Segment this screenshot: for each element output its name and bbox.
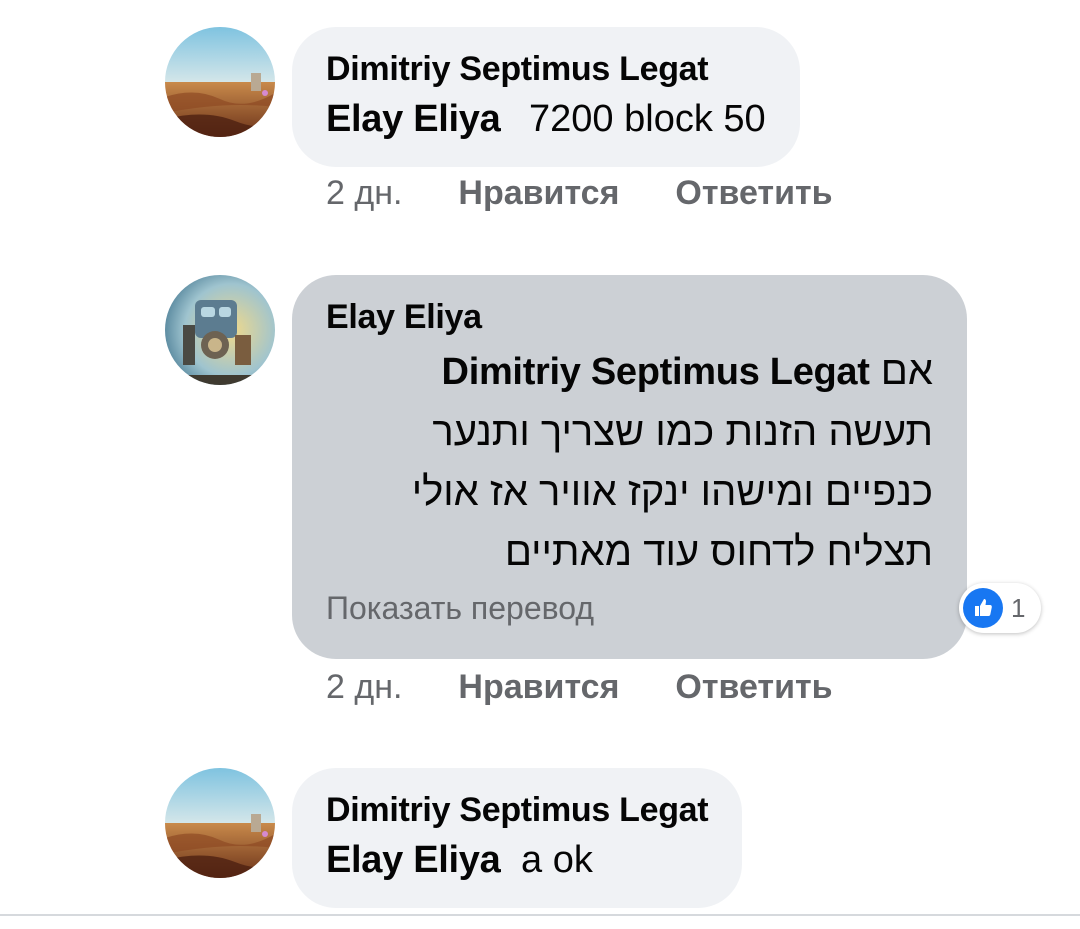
comment-timestamp[interactable]: 2 дн. [326, 174, 402, 213]
comment-line: אם Dimitriy Septimus Legat [326, 341, 933, 402]
like-button[interactable]: Нравится [458, 668, 619, 707]
comment-author[interactable]: Elay Eliya [326, 295, 933, 339]
reaction-summary[interactable]: 1 [959, 583, 1041, 633]
comment-text: Elay Eliya 7200 block 50 [326, 91, 766, 147]
comment-actions: 2 дн. Нравится Ответить [326, 174, 833, 213]
avatar[interactable] [165, 768, 275, 878]
reply-button[interactable]: Ответить [675, 174, 832, 213]
mention-link[interactable]: Elay Eliya [326, 839, 501, 881]
comment-author[interactable]: Dimitriy Septimus Legat [326, 47, 766, 91]
comment-line: תעשה הזנות כמו שצריך ותנער [432, 410, 933, 454]
comment-message: אם [880, 349, 933, 393]
comment-bubble[interactable]: Dimitriy Septimus Legat Elay Eliya 7200 … [292, 27, 800, 167]
comment-line: כנפיים ומישהו ינקז אוויר אז אולי [411, 470, 933, 514]
comment-timestamp[interactable]: 2 дн. [326, 668, 402, 707]
like-thumb-icon [963, 588, 1003, 628]
comment-message: 7200 block 50 [529, 98, 766, 140]
mention-link[interactable]: Elay Eliya [326, 98, 501, 140]
comment-line: תצליח לדחוס עוד מאתיים [504, 530, 933, 574]
divider [0, 914, 1080, 916]
comment-bubble[interactable]: Dimitriy Septimus Legat Elay Eliya a ok [292, 768, 743, 908]
reaction-count: 1 [1011, 592, 1026, 623]
comment-actions: 2 дн. Нравится Ответить [326, 668, 833, 707]
robot-avatar [165, 275, 275, 385]
comment-author[interactable]: Dimitriy Septimus Legat [326, 788, 709, 832]
comment-text: Elay Eliya a ok [326, 832, 708, 888]
comment-bubble[interactable]: Elay Eliya אם Dimitriy Septimus Legat תע… [292, 275, 967, 659]
desert-landscape-avatar [165, 27, 275, 137]
desert-landscape-avatar [165, 768, 275, 878]
avatar[interactable] [165, 275, 275, 385]
mention-link[interactable]: Dimitriy Septimus Legat [442, 351, 870, 393]
comment-text: אם Dimitriy Septimus Legat תעשה הזנות כמ… [326, 341, 933, 582]
like-button[interactable]: Нравится [458, 174, 619, 213]
reply-button[interactable]: Ответить [675, 668, 832, 707]
comment-message: a ok [521, 839, 593, 881]
avatar[interactable] [165, 27, 275, 137]
show-translation-link[interactable]: Показать перевод [326, 588, 933, 628]
